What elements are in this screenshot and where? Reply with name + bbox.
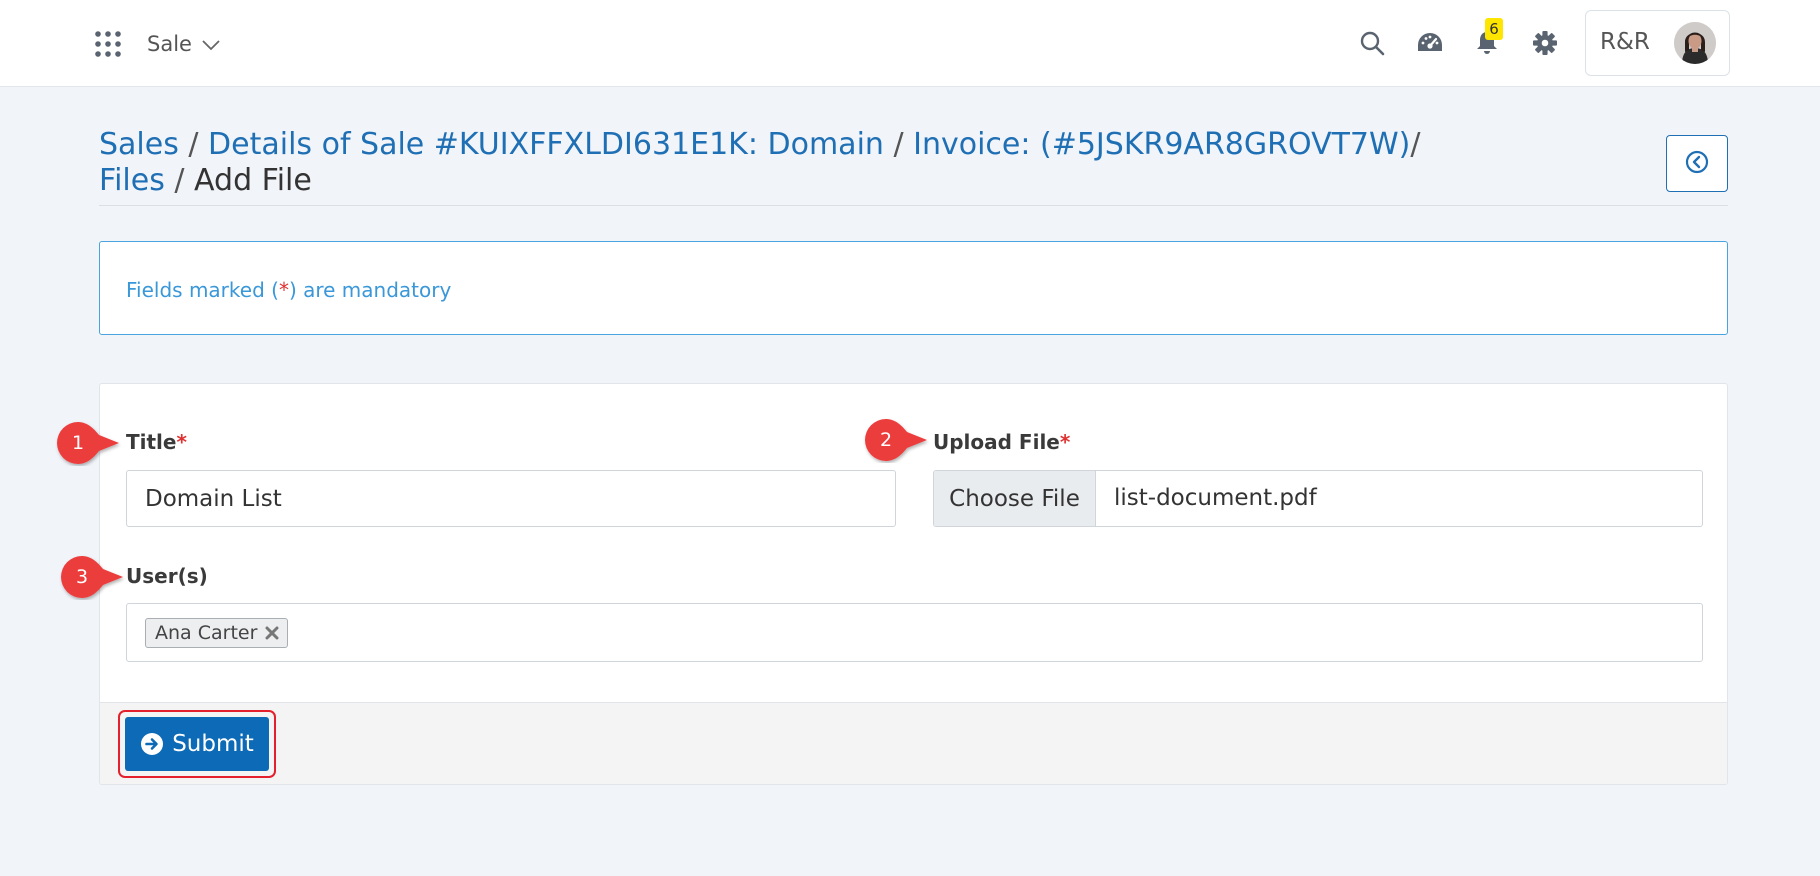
header-divider (99, 205, 1728, 206)
breadcrumb-separator: / (883, 127, 914, 162)
module-switcher[interactable]: Sale (147, 26, 220, 62)
breadcrumb-link-files[interactable]: Files (99, 163, 165, 198)
breadcrumb-link-sale-details[interactable]: Details of Sale #KUIXFFXLDI631E1K: Domai… (208, 127, 884, 162)
mandatory-fields-notice: Fields marked (*) are mandatory (99, 241, 1728, 335)
notification-count-badge: 6 (1485, 18, 1503, 40)
breadcrumb-current: Add File (194, 163, 312, 198)
submit-button[interactable]: Submit (125, 717, 269, 771)
form-footer: Submit (100, 702, 1727, 784)
avatar (1674, 22, 1716, 64)
apps-grid-icon[interactable] (95, 31, 121, 57)
gear-icon[interactable] (1530, 28, 1560, 58)
upload-file-label-text: Upload File (933, 430, 1060, 454)
submit-label: Submit (172, 731, 254, 757)
breadcrumb: Sales / Details of Sale #KUIXFFXLDI631E1… (99, 127, 1449, 199)
user-initials: R&R (1600, 29, 1650, 55)
upload-file-label: Upload File* (933, 430, 1070, 454)
search-icon[interactable] (1357, 28, 1387, 58)
arrow-right-circle-icon (140, 732, 164, 756)
step-marker-3: 3 (59, 554, 131, 600)
breadcrumb-link-invoice[interactable]: Invoice: (#5JSKR9AR8GROVT7W) (913, 127, 1410, 162)
notice-suffix: ) are mandatory (288, 278, 452, 302)
notice-text: Fields marked (*) are mandatory (126, 278, 451, 302)
users-multiselect[interactable]: Ana Carter (126, 603, 1703, 662)
selected-user-name: Ana Carter (155, 622, 258, 644)
breadcrumb-separator: / (164, 163, 195, 198)
title-input[interactable] (126, 470, 896, 527)
selected-file-name: list-document.pdf (1114, 485, 1317, 511)
breadcrumb-separator: / (1410, 127, 1421, 162)
users-label: User(s) (126, 564, 208, 588)
dashboard-icon[interactable] (1415, 28, 1445, 58)
selected-user-tag: Ana Carter (145, 618, 289, 648)
required-mark: * (176, 430, 187, 454)
step-number: 3 (75, 566, 89, 588)
breadcrumb-link-sales[interactable]: Sales (99, 127, 179, 162)
step-marker-2: 2 (863, 417, 935, 463)
title-label: Title* (126, 430, 187, 454)
user-menu[interactable]: R&R (1585, 10, 1730, 76)
choose-file-button[interactable]: Choose File (934, 471, 1096, 526)
breadcrumb-separator: / (178, 127, 209, 162)
step-marker-1: 1 (55, 420, 127, 466)
back-button[interactable] (1666, 135, 1728, 192)
back-circle-icon (1685, 150, 1709, 178)
step-number: 1 (71, 432, 85, 454)
chevron-down-icon (202, 32, 220, 56)
module-label: Sale (147, 32, 192, 56)
title-label-text: Title (126, 430, 177, 454)
file-upload-field[interactable]: Choose File list-document.pdf (933, 470, 1703, 527)
top-navigation-bar: Sale 6 R&R (0, 0, 1820, 87)
required-mark: * (278, 278, 289, 302)
step-number: 2 (879, 429, 893, 451)
remove-tag-icon[interactable] (265, 626, 279, 640)
notice-prefix: Fields marked ( (126, 278, 279, 302)
required-mark: * (1059, 430, 1071, 454)
